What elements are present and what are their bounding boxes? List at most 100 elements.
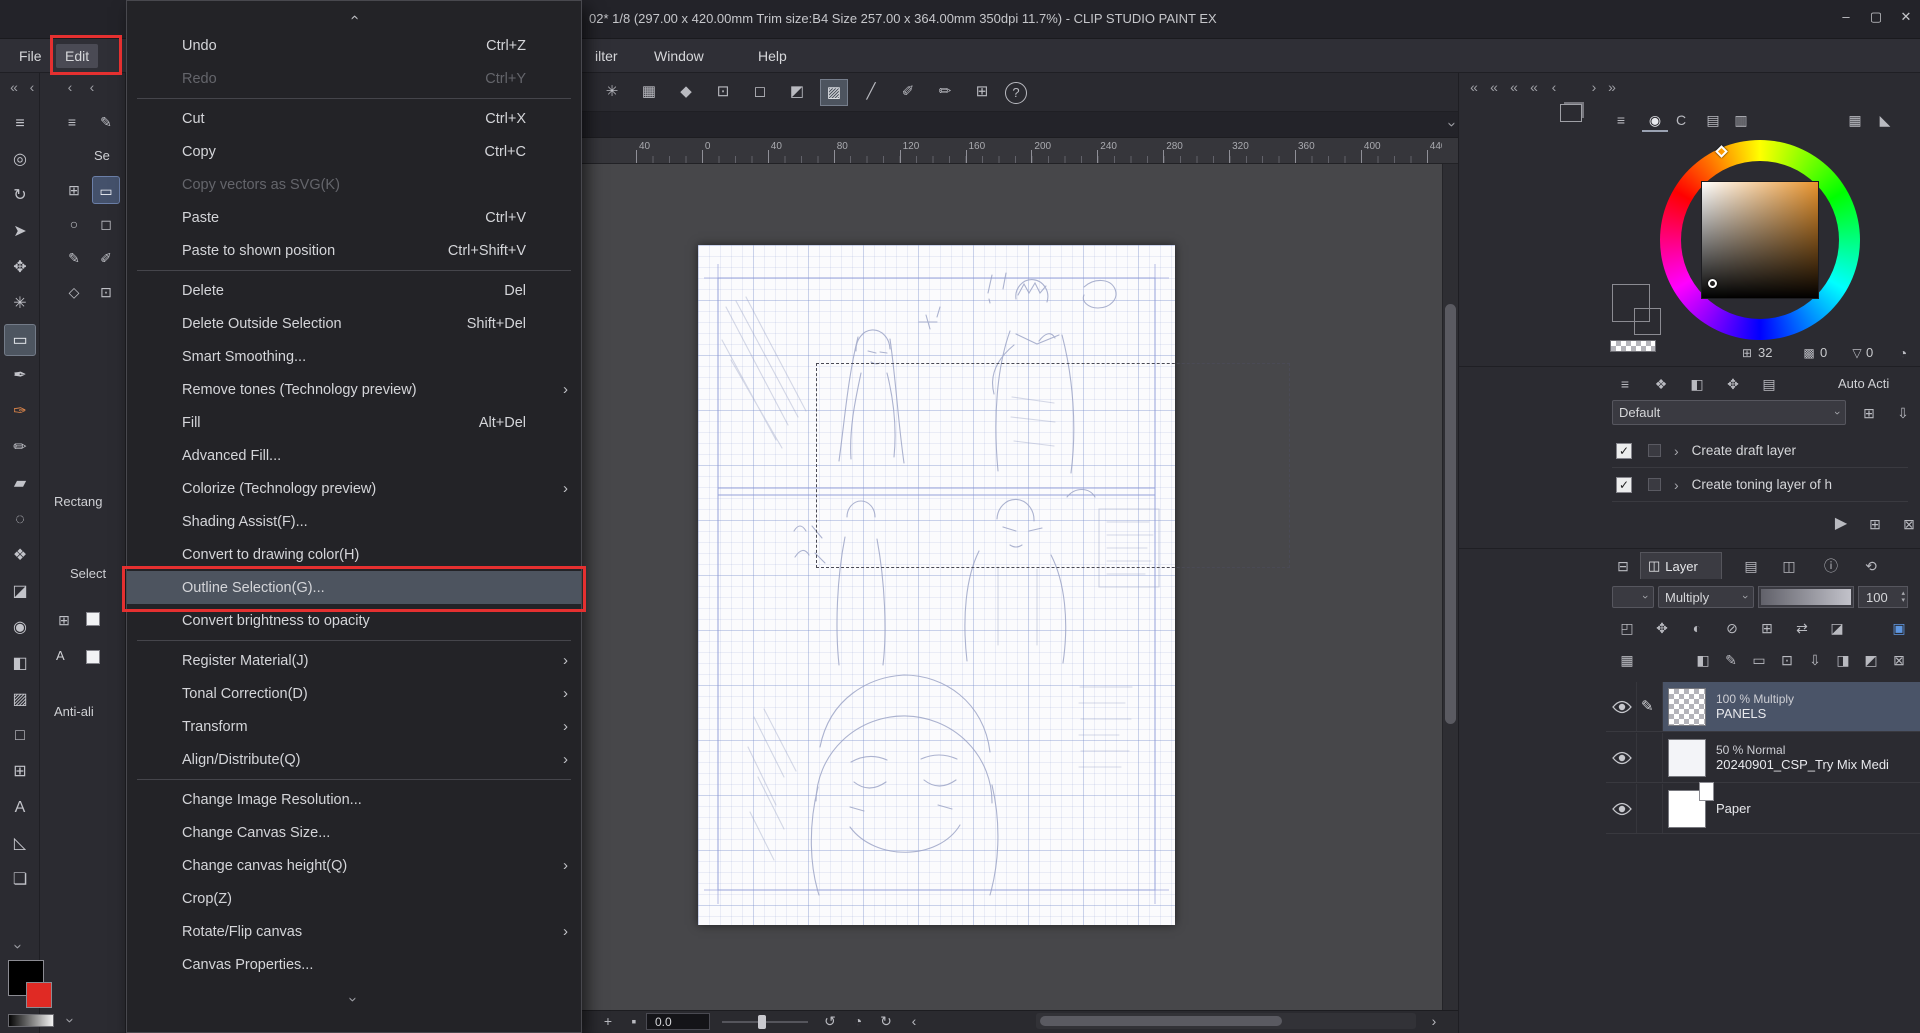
layer-panel-menu-icon[interactable]: ⊟ bbox=[1610, 554, 1636, 578]
auto-action-row[interactable]: ✓ › Create draft layer bbox=[1612, 434, 1908, 468]
snap-to-special-ruler-icon[interactable]: ▦ bbox=[635, 79, 663, 106]
history-tab-icon[interactable]: ▤ bbox=[1756, 372, 1782, 396]
menu-scroll-down[interactable]: › bbox=[127, 985, 581, 1011]
layer-opacity-slider[interactable] bbox=[1758, 586, 1854, 608]
move-layer-icon[interactable]: ✥ bbox=[1649, 616, 1675, 640]
saturation-value-marker[interactable] bbox=[1708, 279, 1717, 288]
gradient-tool-icon[interactable]: ▨ bbox=[4, 684, 36, 716]
saturation-value-square[interactable] bbox=[1701, 181, 1819, 299]
auto-action-tab-label[interactable]: Auto Acti bbox=[1838, 376, 1918, 391]
balloon-tool-icon[interactable]: ❏ bbox=[4, 864, 36, 896]
zoom-step-icon[interactable]: ▪ bbox=[624, 1012, 644, 1031]
zoom-slider[interactable] bbox=[722, 1015, 808, 1029]
auto-select-tool-icon[interactable]: ✳ bbox=[4, 288, 36, 320]
canvas-horizontal-scrollbar[interactable] bbox=[1036, 1013, 1416, 1029]
zoom-in-icon[interactable]: + bbox=[598, 1012, 618, 1031]
auto-action-preset-select[interactable]: Default › bbox=[1612, 400, 1846, 425]
dock-expand-icon[interactable]: » bbox=[1604, 79, 1620, 95]
move-tool-icon[interactable]: ✥ bbox=[4, 252, 36, 284]
menu-item-cut[interactable]: Cut Ctrl+X bbox=[127, 102, 581, 135]
menu-item-change-canvas-size[interactable]: Change Canvas Size... bbox=[127, 816, 581, 849]
spinner-icons[interactable]: ▴ ▾ bbox=[1901, 590, 1907, 604]
layer-filter-select[interactable]: › bbox=[1612, 586, 1654, 608]
layer-row[interactable]: ✎ 100 % Multiply PANELS bbox=[1606, 682, 1920, 732]
property-checkbox[interactable] bbox=[86, 612, 100, 626]
subtool-selection-pen-icon[interactable]: ✐ bbox=[92, 244, 120, 272]
menu-item-copy-vectors-as-svg-k[interactable]: Copy vectors as SVG(K) bbox=[127, 168, 581, 201]
scroll-right-icon[interactable]: › bbox=[1424, 1012, 1444, 1031]
new-raster-layer-icon[interactable]: ◧ bbox=[1690, 648, 1716, 672]
subview-panel-icon[interactable] bbox=[1560, 104, 1582, 122]
lock-transparent-pixels-icon[interactable]: ⊞ bbox=[1754, 616, 1780, 640]
menu-item-delete-outside-selection[interactable]: Delete Outside Selection Shift+Del bbox=[127, 307, 581, 340]
import-action-icon[interactable]: ⇩ bbox=[1890, 401, 1916, 425]
canvas-paper[interactable] bbox=[698, 245, 1290, 925]
pencil-line-icon[interactable]: ✏ bbox=[931, 79, 959, 106]
layer-visibility-icon[interactable] bbox=[1612, 802, 1634, 818]
curve-line-icon[interactable]: ✐ bbox=[894, 79, 922, 106]
gradient-tab-icon[interactable]: ❖ bbox=[1648, 372, 1674, 396]
selection-marquee[interactable] bbox=[816, 363, 1290, 568]
color-history-tab-icon[interactable]: ▦ bbox=[1842, 108, 1868, 132]
frame-border-tool-icon[interactable]: ⊞ bbox=[4, 756, 36, 788]
snap-to-grid-icon[interactable]: ◆ bbox=[672, 79, 700, 106]
action-expand-icon[interactable]: › bbox=[1674, 477, 1679, 493]
collapse-property-panel-icon[interactable]: ‹ bbox=[84, 79, 100, 95]
rotate-canvas-tool-icon[interactable]: ↻ bbox=[4, 180, 36, 212]
delete-action-icon[interactable]: ⊠ bbox=[1896, 512, 1920, 536]
new-layer-folder-icon[interactable]: ▭ bbox=[1746, 648, 1772, 672]
subtool-shrink-selection-icon[interactable]: ⊡ bbox=[92, 278, 120, 306]
action-output-box[interactable] bbox=[1648, 444, 1661, 457]
tool-property-menu-icon[interactable]: ≡ bbox=[58, 108, 86, 136]
layer-visibility-icon[interactable] bbox=[1612, 700, 1634, 716]
help-icon[interactable]: ? bbox=[1005, 82, 1027, 104]
tools-scroll-down-icon[interactable]: › bbox=[10, 939, 27, 955]
menu-item-copy[interactable]: Copy Ctrl+C bbox=[127, 135, 581, 168]
selection-add-icon[interactable]: ◩ bbox=[783, 79, 811, 106]
layer-main[interactable]: 50 % Normal 20240901_CSP_Try Mix Medi bbox=[1663, 733, 1920, 782]
layer-color-icon[interactable]: ▣ bbox=[1886, 616, 1912, 640]
color-extra-icon[interactable]: ◔ bbox=[1890, 341, 1916, 365]
selection-tool-icon[interactable]: ▭ bbox=[4, 324, 36, 356]
menu-item-crop-z[interactable]: Crop(Z) bbox=[127, 882, 581, 915]
layer-row[interactable]: Paper bbox=[1606, 781, 1920, 834]
lock-layer-icon[interactable]: ⊘ bbox=[1719, 616, 1745, 640]
play-action-icon[interactable]: ▶ bbox=[1828, 512, 1854, 536]
menu-item-outline-selection-g[interactable]: Outline Selection(G)... bbox=[127, 571, 581, 604]
delete-layer-icon[interactable]: ⊠ bbox=[1886, 648, 1912, 672]
collapse-left-panel-icon[interactable]: ‹ bbox=[24, 79, 40, 95]
tool-property-scroll-down-icon[interactable]: › bbox=[62, 1013, 79, 1029]
tool-menu-icon[interactable]: ≡ bbox=[4, 108, 36, 140]
pencil-tool-icon[interactable]: ✏ bbox=[4, 432, 36, 464]
transparent-color-swatch[interactable] bbox=[1610, 340, 1656, 352]
draft-layer-icon[interactable]: ◪ bbox=[1824, 616, 1850, 640]
tool-property-edit-icon[interactable]: ✎ bbox=[92, 108, 120, 136]
menu-item-undo[interactable]: Undo Ctrl+Z bbox=[127, 29, 581, 62]
rotate-left-icon[interactable]: ↺ bbox=[820, 1012, 840, 1031]
layer-view-icon[interactable]: ▦ bbox=[1614, 648, 1640, 672]
color-panel-menu-icon[interactable]: ≡ bbox=[1608, 108, 1634, 132]
selection-rectangle-icon[interactable]: ▨ bbox=[820, 79, 848, 106]
color-gradient-bar[interactable] bbox=[8, 1014, 54, 1027]
menu-item-align-distribute-q[interactable]: Align/Distribute(Q) › bbox=[127, 743, 581, 776]
dock-expand-icon[interactable]: › bbox=[1586, 79, 1602, 95]
menu-item-transform[interactable]: Transform › bbox=[127, 710, 581, 743]
text-tool-icon[interactable]: A bbox=[4, 792, 36, 824]
layer-row[interactable]: 50 % Normal 20240901_CSP_Try Mix Medi bbox=[1606, 733, 1920, 783]
menu-item-register-material-j[interactable]: Register Material(J) › bbox=[127, 644, 581, 677]
close-button[interactable]: ✕ bbox=[1892, 4, 1920, 30]
menubar-item-ilter[interactable]: ilter bbox=[586, 44, 627, 68]
menu-item-colorize-technology-preview[interactable]: Colorize (Technology preview) › bbox=[127, 472, 581, 505]
menubar-item-edit[interactable]: Edit bbox=[56, 44, 99, 68]
menu-item-delete[interactable]: Delete Del bbox=[127, 274, 581, 307]
menu-item-paste[interactable]: Paste Ctrl+V bbox=[127, 201, 581, 234]
menu-item-paste-to-shown-position[interactable]: Paste to shown position Ctrl+Shift+V bbox=[127, 234, 581, 267]
snap-to-ruler-icon[interactable]: ✳ bbox=[598, 79, 626, 106]
menu-item-redo[interactable]: Redo Ctrl+Y bbox=[127, 62, 581, 95]
intermediate-color-tab-icon[interactable]: ◧ bbox=[1684, 372, 1710, 396]
menu-item-shading-assist-f[interactable]: Shading Assist(F)... bbox=[127, 505, 581, 538]
approximate-color-tab-icon[interactable]: ✥ bbox=[1720, 372, 1746, 396]
layer-info-tab-icon[interactable]: ⓘ bbox=[1818, 554, 1844, 578]
eyedropper-tool-icon[interactable]: ✒ bbox=[4, 360, 36, 392]
canvas-vertical-scrollbar[interactable] bbox=[1442, 164, 1458, 1010]
